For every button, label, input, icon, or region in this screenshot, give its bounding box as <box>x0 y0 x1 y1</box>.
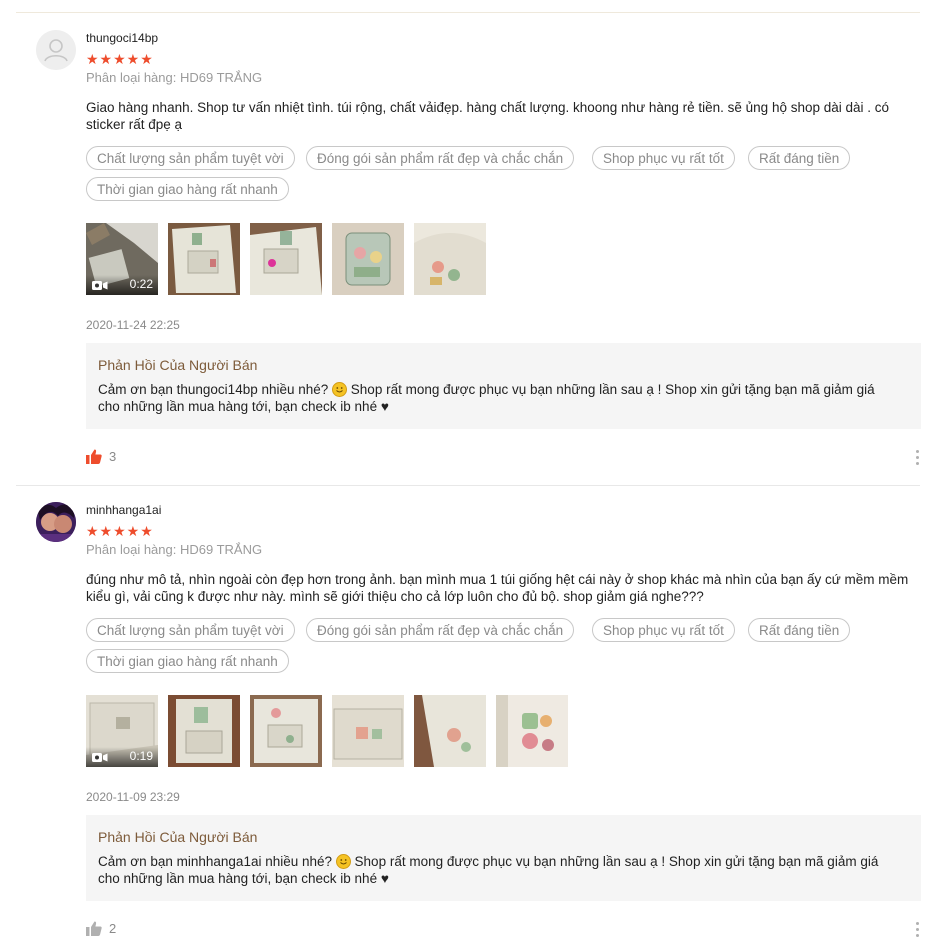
review-photo[interactable] <box>414 695 486 767</box>
review-photo[interactable] <box>168 695 240 767</box>
seller-reply: Phản Hồi Của Người Bán Cảm ơn bạn minhha… <box>86 815 921 901</box>
seller-reply-text: Cảm ơn bạn thungoci14bp nhiều nhé? <box>98 382 329 397</box>
seller-reply-body: Cảm ơn bạn thungoci14bp nhiều nhé? Shop … <box>98 381 898 415</box>
video-duration: 0:22 <box>129 277 153 291</box>
review-tag[interactable]: Thời gian giao hàng rất nhanh <box>86 649 289 673</box>
default-avatar-icon <box>36 30 76 70</box>
review-photo[interactable] <box>414 223 486 295</box>
review-tag[interactable]: Đóng gói sản phẩm rất đẹp và chắc chắn <box>306 146 575 170</box>
seller-reply-body: Cảm ơn bạn minhhanga1ai nhiều nhé? Shop … <box>98 853 898 887</box>
star-rating: ★★★★★ <box>86 523 154 539</box>
more-options-icon[interactable] <box>914 920 922 938</box>
seller-reply-title: Phản Hồi Của Người Bán <box>98 357 258 373</box>
review-username[interactable]: thungoci14bp <box>86 31 158 45</box>
video-camera-icon <box>92 281 108 290</box>
smiley-emoji-icon <box>332 382 348 397</box>
review-tag[interactable]: Đóng gói sản phẩm rất đẹp và chắc chắn <box>306 618 575 642</box>
review-comment: đúng như mô tả, nhìn ngoài còn đẹp hơn t… <box>86 572 909 604</box>
like-count: 3 <box>109 449 117 464</box>
more-options-icon[interactable] <box>914 448 922 466</box>
review-tag[interactable]: Chất lượng sản phẩm tuyệt vời <box>86 618 295 642</box>
review-tag[interactable]: Chất lượng sản phẩm tuyệt vời <box>86 146 295 170</box>
review-photo[interactable] <box>250 223 322 295</box>
thumbs-up-icon <box>86 449 102 464</box>
review-photo[interactable] <box>496 695 568 767</box>
video-camera-icon <box>92 753 108 762</box>
avatar[interactable] <box>36 30 76 70</box>
review-tag[interactable]: Thời gian giao hàng rất nhanh <box>86 177 289 201</box>
review-video-thumbnail[interactable]: 0:22 <box>86 223 158 295</box>
like-count: 2 <box>109 921 117 936</box>
seller-reply-title: Phản Hồi Của Người Bán <box>98 829 258 845</box>
review-date: 2020-11-24 22:25 <box>86 318 180 332</box>
review-photo[interactable] <box>250 695 322 767</box>
review-tag[interactable]: Shop phục vụ rất tốt <box>592 146 735 170</box>
review-username[interactable]: minhhanga1ai <box>86 503 161 517</box>
star-rating: ★★★★★ <box>86 51 154 67</box>
smiley-emoji-icon <box>335 854 351 869</box>
review-date: 2020-11-09 23:29 <box>86 790 180 804</box>
review-tag[interactable]: Rất đáng tiền <box>748 618 851 642</box>
video-duration: 0:19 <box>129 749 153 763</box>
product-variant: Phân loại hàng: HD69 TRẮNG <box>86 70 263 85</box>
like-button[interactable]: 2 <box>86 920 126 938</box>
like-button[interactable]: 3 <box>86 448 126 466</box>
review-tag[interactable]: Shop phục vụ rất tốt <box>592 618 735 642</box>
thumbs-up-icon <box>86 921 102 936</box>
review-photo[interactable] <box>332 223 404 295</box>
review-photo[interactable] <box>332 695 404 767</box>
avatar[interactable] <box>36 502 76 542</box>
review-video-thumbnail[interactable]: 0:19 <box>86 695 158 767</box>
seller-reply-text: Cảm ơn bạn minhhanga1ai nhiều nhé? <box>98 854 333 869</box>
seller-reply: Phản Hồi Của Người Bán Cảm ơn bạn thungo… <box>86 343 921 429</box>
review-photo[interactable] <box>168 223 240 295</box>
user-photo-avatar <box>36 502 76 542</box>
review-divider <box>16 485 920 486</box>
review-comment: Giao hàng nhanh. Shop tư vấn nhiệt tình.… <box>86 100 890 132</box>
product-variant: Phân loại hàng: HD69 TRẮNG <box>86 542 263 557</box>
top-divider <box>16 12 920 13</box>
review-tag[interactable]: Rất đáng tiền <box>748 146 851 170</box>
